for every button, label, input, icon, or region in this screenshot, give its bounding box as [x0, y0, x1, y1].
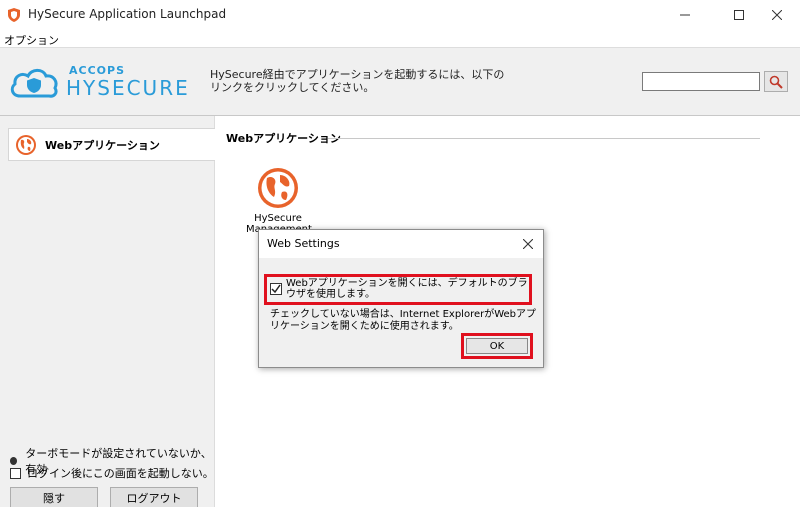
menu-options[interactable]: オプション	[4, 32, 59, 48]
minimize-icon	[680, 14, 690, 16]
default-browser-checkbox[interactable]	[270, 283, 282, 295]
cloud-shield-logo-icon	[10, 68, 58, 98]
section-divider	[328, 138, 760, 139]
ok-button[interactable]: OK	[466, 338, 528, 354]
startup-checkbox-label: ログイン後にこの画面を起動しない。	[27, 467, 214, 480]
title-bar: HySecure Application Launchpad	[0, 0, 800, 30]
dialog-title: Web Settings	[267, 237, 340, 250]
startup-checkbox-row[interactable]: ログイン後にこの画面を起動しない。	[10, 465, 214, 481]
header-description: HySecure経由でアプリケーションを起動するには、以下のリンクをクリックして…	[210, 68, 505, 94]
close-icon	[772, 10, 782, 20]
web-settings-dialog: Web Settings Webアプリケーションを開くには、デフォルトのブラウザ…	[258, 229, 544, 368]
ok-button-highlight: OK	[461, 333, 533, 359]
logout-button[interactable]: ログアウト	[110, 487, 198, 507]
sidebar: Webアプリケーション ターボモードが設定されていないか、有効 ログイン後にこの…	[0, 116, 215, 507]
default-browser-checkbox-label: Webアプリケーションを開くには、デフォルトのブラウザを使用します。	[286, 278, 528, 300]
shield-icon	[8, 8, 20, 22]
globe-icon	[16, 134, 36, 155]
maximize-icon	[734, 10, 744, 20]
sidebar-item-label: Webアプリケーション	[45, 138, 160, 152]
close-button[interactable]	[754, 0, 800, 30]
header-banner: ACCOPS HYSECURE HySecure経由でアプリケーションを起動する…	[0, 48, 800, 116]
app-tile-hysecure-management[interactable]: HySecure Management	[246, 166, 312, 235]
search-button[interactable]	[764, 71, 788, 92]
window-title: HySecure Application Launchpad	[28, 7, 227, 21]
menu-bar: オプション	[0, 30, 800, 48]
dialog-close-button[interactable]	[519, 235, 537, 253]
dialog-title-bar: Web Settings	[259, 230, 543, 258]
status-dot-icon	[10, 457, 18, 465]
search-icon	[769, 75, 783, 89]
checkmark-icon	[271, 284, 281, 294]
globe-icon	[258, 168, 298, 208]
close-icon	[523, 239, 533, 249]
hide-button[interactable]: 隠す	[10, 487, 98, 507]
section-title: Webアプリケーション	[226, 132, 341, 145]
default-browser-checkbox-row[interactable]: Webアプリケーションを開くには、デフォルトのブラウザを使用します。	[264, 274, 532, 305]
startup-checkbox[interactable]	[10, 467, 21, 479]
sidebar-item-web-applications[interactable]: Webアプリケーション	[8, 128, 215, 161]
minimize-button[interactable]	[662, 0, 708, 30]
dialog-note: チェックしていない場合は、Internet ExplorerがWebアプリケーシ…	[270, 309, 537, 332]
brand-hysecure: HYSECURE	[66, 76, 190, 100]
search-input[interactable]	[642, 72, 760, 91]
